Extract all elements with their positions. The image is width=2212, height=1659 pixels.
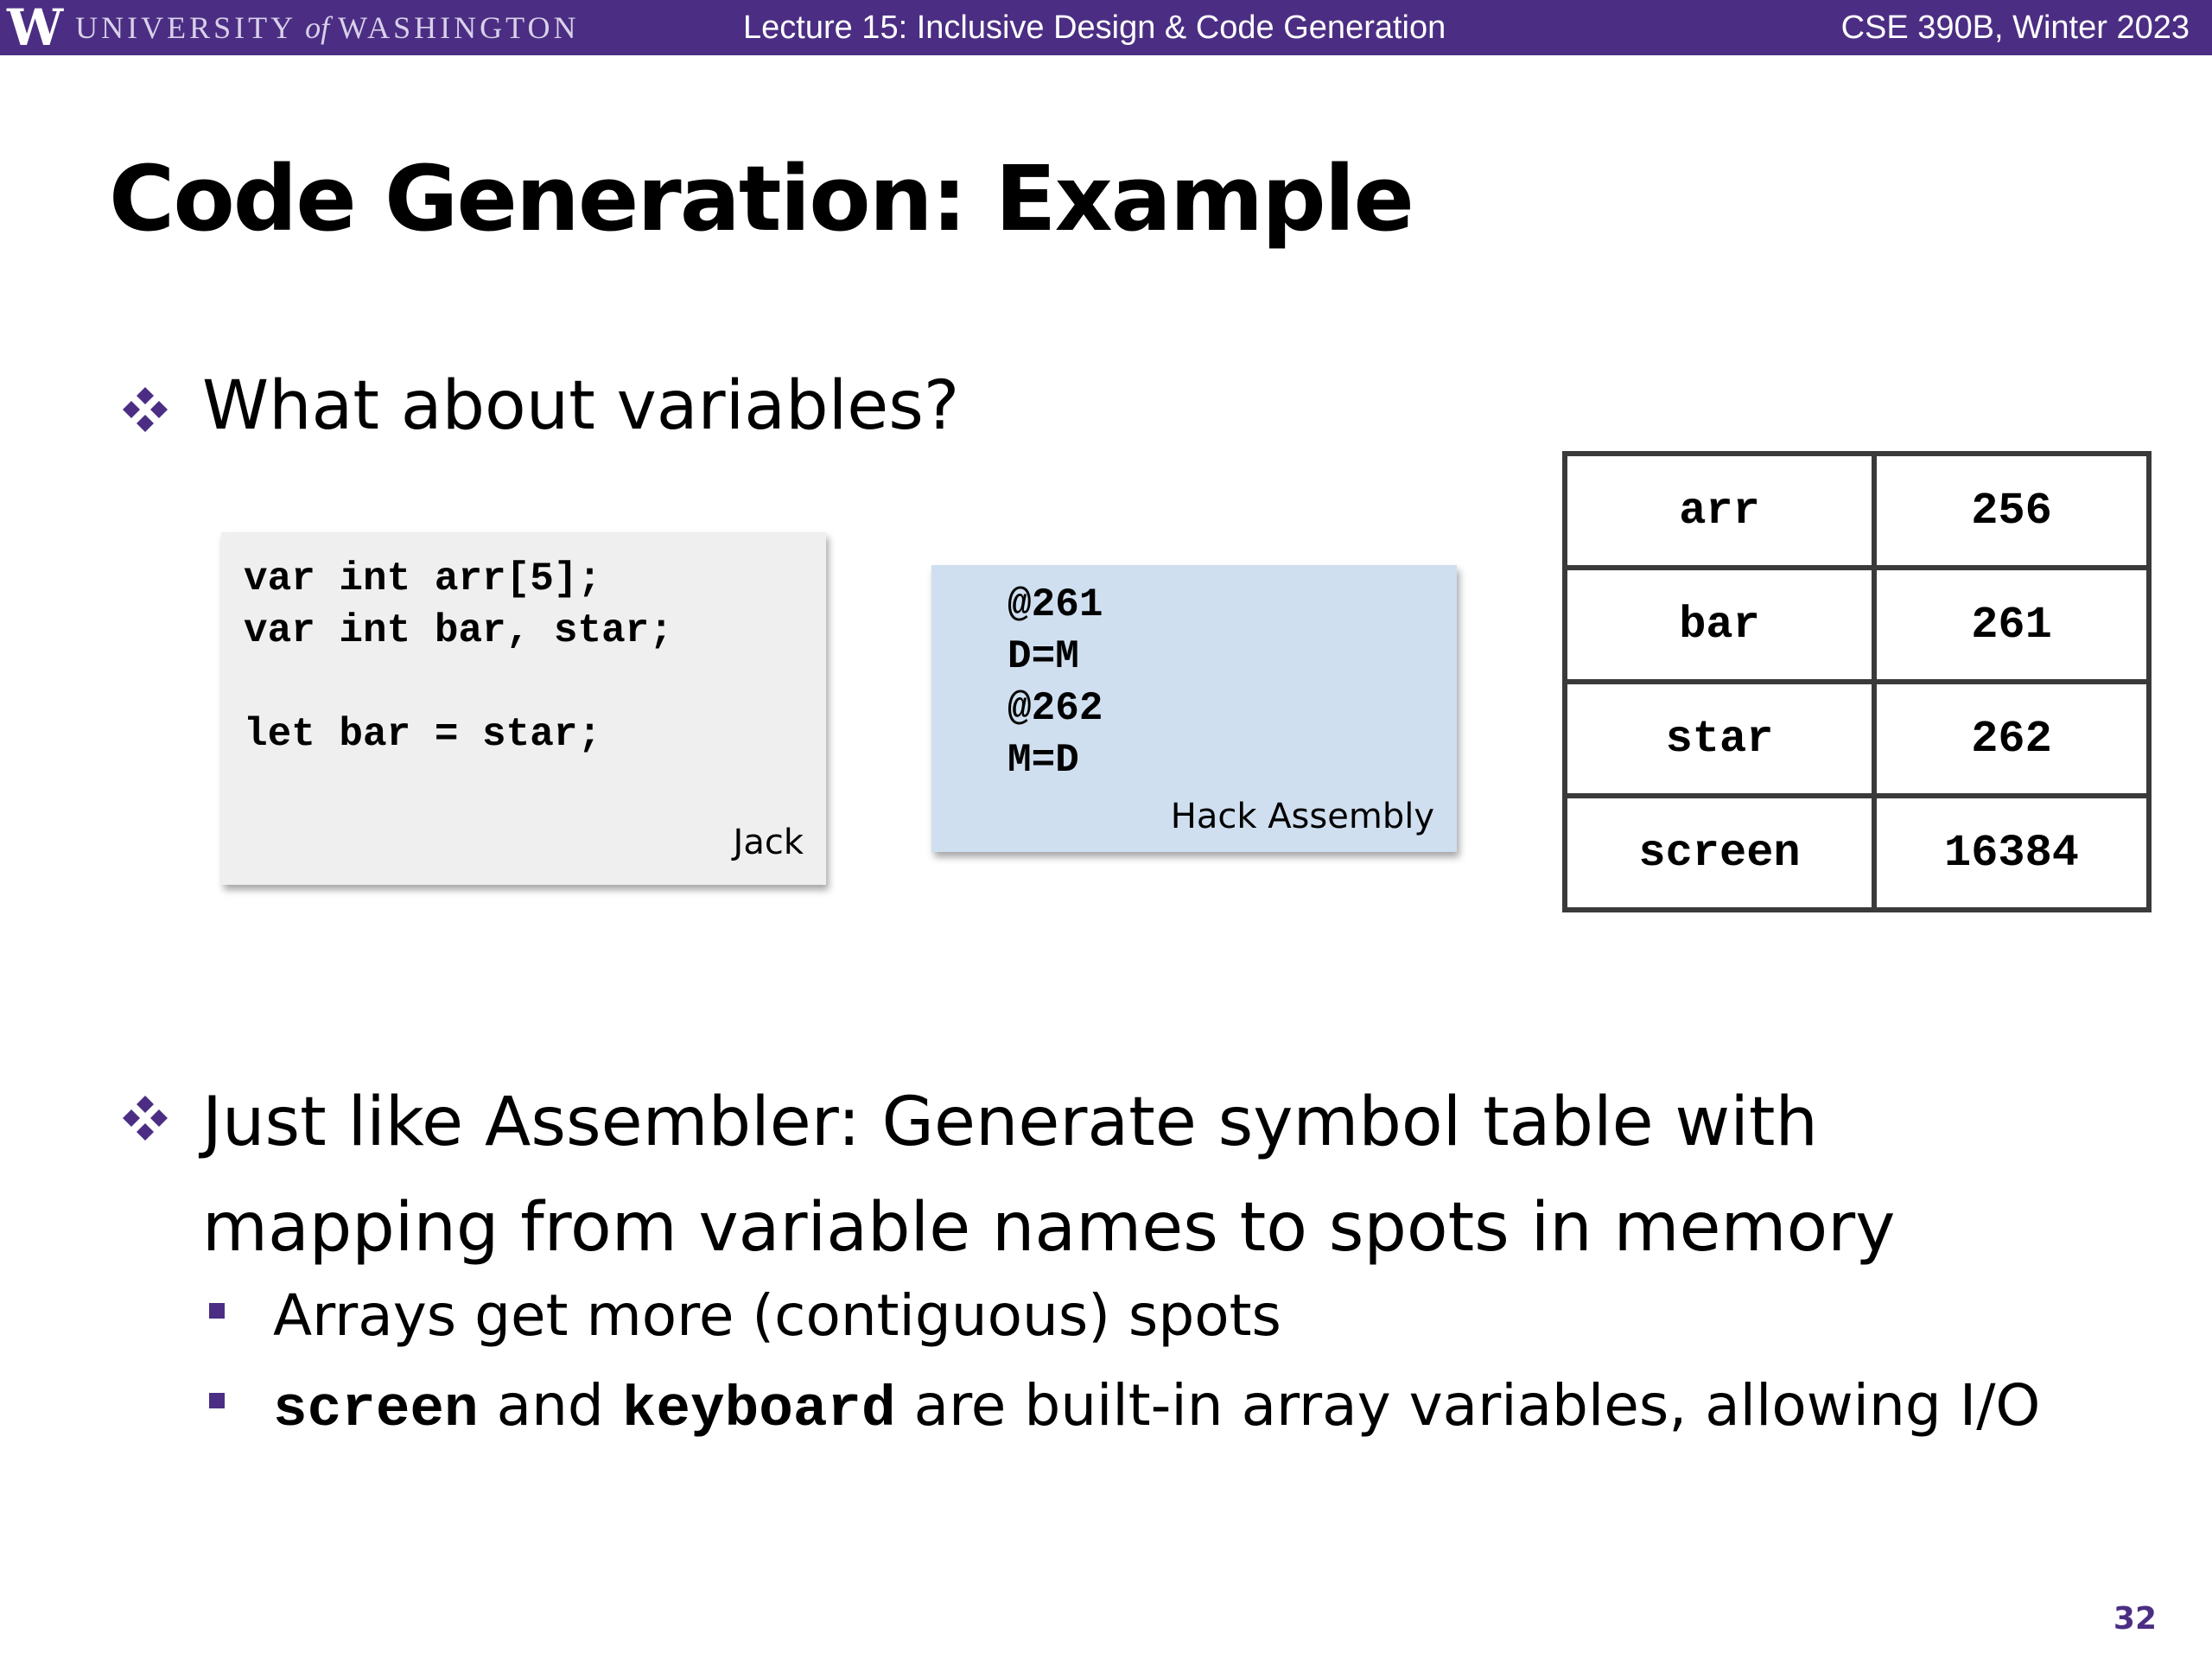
bullet-symbol-table: Just like Assembler: Generate symbol tab… [202, 1084, 1896, 1267]
slide-title: Code Generation: Example [109, 146, 1414, 251]
four-diamond-bullet-icon [123, 1096, 168, 1141]
jack-code-box: var int arr[5]; var int bar, star; let b… [221, 532, 826, 885]
sub-bullet-text-rest: are built-in array variables, allowing I… [895, 1372, 2041, 1439]
square-bullet-icon [209, 1303, 225, 1319]
table-row: star 262 [1562, 679, 2152, 798]
uw-wordmark-washington: WASHINGTON [338, 10, 580, 45]
sub-bullet-builtins: screen and keyboard are built-in array v… [273, 1367, 2040, 1449]
symbol-name-cell: star [1562, 679, 1877, 798]
symbol-address-cell: 262 [1872, 679, 2152, 798]
uw-logo: W UNIVERSITY of WASHINGTON [7, 2, 579, 54]
hack-assembly-label: Hack Assembly [1170, 797, 1434, 836]
bullet-variables-question: What about variables? [202, 367, 960, 445]
symbol-address-cell: 16384 [1872, 793, 2152, 912]
lecture-title: Lecture 15: Inclusive Design & Code Gene… [743, 10, 1446, 46]
keyboard-keyword: keyboard [621, 1377, 896, 1442]
course-name: CSE 390B, Winter 2023 [1840, 10, 2190, 46]
square-bullet-icon [209, 1393, 225, 1408]
four-diamond-bullet-icon [123, 387, 168, 432]
symbol-name-cell: screen [1562, 793, 1877, 912]
page-number: 32 [2113, 1601, 2157, 1637]
sub-bullet-arrays: Arrays get more (contiguous) spots [273, 1282, 1281, 1349]
hack-assembly-code: @261 D=M @262 M=D [1007, 582, 1103, 783]
hack-assembly-box: @261 D=M @262 M=D Hack Assembly [931, 565, 1457, 852]
screen-keyword: screen [273, 1377, 479, 1442]
symbol-address-cell: 256 [1872, 451, 2152, 570]
sub-bullet-text-and: and [478, 1372, 622, 1439]
symbol-name-cell: arr [1562, 451, 1877, 570]
header-bar: W UNIVERSITY of WASHINGTON Lecture 15: Inc… [0, 0, 2212, 55]
uw-wordmark: UNIVERSITY of WASHINGTON [75, 10, 579, 46]
symbol-table: arr 256 bar 261 star 262 screen 16384 [1562, 451, 2152, 912]
symbol-name-cell: bar [1562, 565, 1877, 684]
uw-wordmark-of: of [305, 10, 330, 45]
jack-label: Jack [733, 823, 804, 862]
table-row: bar 261 [1562, 565, 2152, 684]
table-row: screen 16384 [1562, 793, 2152, 912]
jack-code: var int arr[5]; var int bar, star; let b… [244, 556, 673, 757]
symbol-address-cell: 261 [1872, 565, 2152, 684]
uw-wordmark-university: UNIVERSITY [75, 10, 297, 45]
table-row: arr 256 [1562, 451, 2152, 570]
uw-w-logo-icon: W [7, 0, 64, 57]
